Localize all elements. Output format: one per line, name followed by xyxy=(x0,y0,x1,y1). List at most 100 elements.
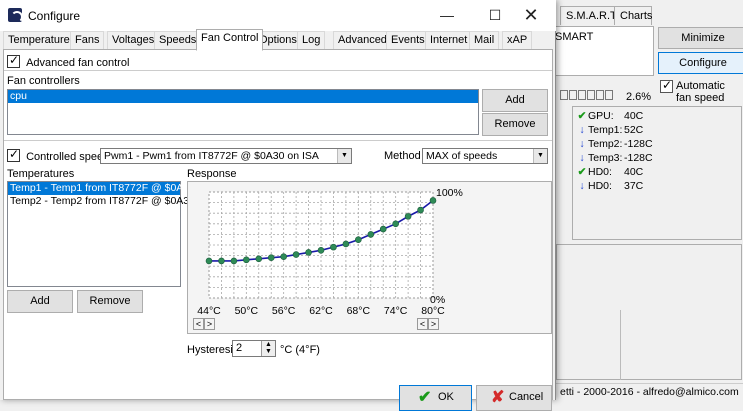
temperatures-label: Temperatures xyxy=(7,168,75,180)
data-point xyxy=(342,240,350,248)
response-chart[interactable]: 44°C 50°C 56°C 62°C 68°C 74°C 80°C 100% 0% xyxy=(187,181,552,334)
data-point xyxy=(205,257,213,265)
status-item: ↓ Temp2: -128C xyxy=(576,138,652,152)
configure-dialog: Configure — ☐ ✕ Temperatures Fans Voltag… xyxy=(0,0,556,411)
x-tick-label: 50°C xyxy=(235,305,259,317)
fan-controllers-list[interactable]: cpu xyxy=(7,89,479,135)
lower-panel xyxy=(556,244,742,380)
data-point xyxy=(255,255,263,263)
scroll-left-button[interactable]: < xyxy=(417,318,428,330)
tab-fan-control[interactable]: Fan Control xyxy=(196,29,264,51)
tab-fans[interactable]: Fans xyxy=(70,31,105,50)
check-icon xyxy=(660,78,673,93)
check-icon: ✔ xyxy=(418,389,432,406)
checkbox-check-icon xyxy=(7,53,20,68)
tab-events[interactable]: Events xyxy=(386,31,430,50)
ok-label: OK xyxy=(438,391,454,403)
arrow-down-icon: ↓ xyxy=(579,180,585,192)
chevron-left-icon: < xyxy=(195,319,202,329)
hysteresis-spinner[interactable]: 2 ▲ ▼ xyxy=(232,340,276,357)
status-item: ↓ Temp1: 52C xyxy=(576,124,643,138)
close-window-button[interactable]: ✕ xyxy=(508,0,554,31)
divider xyxy=(4,70,552,71)
data-point xyxy=(280,253,287,260)
controlled-speed-checkbox[interactable]: Controlled speed xyxy=(7,147,109,163)
data-point xyxy=(305,249,312,256)
list-item[interactable]: Temp2 - Temp2 from IT8772F @ $0A30 xyxy=(8,195,195,208)
hysteresis-unit: °C (4°F) xyxy=(280,344,320,356)
controlled-speed-select[interactable]: Pwm1 - Pwm1 from IT8772F @ $0A30 on ISA … xyxy=(100,148,352,164)
minimize-window-button[interactable]: — xyxy=(424,0,470,31)
data-point xyxy=(379,225,387,233)
tab-xap[interactable]: xAP xyxy=(502,31,533,50)
arrow-down-icon: ↓ xyxy=(579,124,585,136)
add-controller-button[interactable]: Add xyxy=(482,89,548,112)
spinner-arrows-icon[interactable]: ▲ ▼ xyxy=(261,341,275,356)
check-icon: ✔ xyxy=(577,166,587,178)
response-label: Response xyxy=(187,168,237,180)
fan-controllers-label: Fan controllers xyxy=(7,75,80,87)
arrow-down-icon: ↓ xyxy=(579,152,585,164)
hysteresis-label: Hysteresis xyxy=(187,344,239,356)
tab-advanced[interactable]: Advanced xyxy=(333,31,392,50)
auto-fan-label: Automatic fan speed xyxy=(676,80,725,104)
y-top-label: 100% xyxy=(436,187,463,199)
cancel-button[interactable]: ✘ Cancel xyxy=(476,385,552,411)
cross-icon: ✘ xyxy=(491,389,505,406)
status-item: ✔ HD0: 40C xyxy=(577,166,644,178)
chevron-left-icon: < xyxy=(419,319,426,329)
chevron-down-icon: ▼ xyxy=(533,149,547,163)
chevron-down-icon: ▼ xyxy=(337,149,351,163)
advanced-fan-control-label: Advanced fan control xyxy=(26,57,130,69)
advanced-fan-control-checkbox[interactable]: Advanced fan control xyxy=(7,53,130,69)
tab-internet[interactable]: Internet xyxy=(425,31,473,50)
controlled-speed-value: Pwm1 - Pwm1 from IT8772F @ $0A30 on ISA xyxy=(104,150,319,162)
tab-smart[interactable]: S.M.A.R.T. xyxy=(560,6,619,25)
list-item[interactable]: Temp1 - Temp1 from IT8772F @ $0A30 xyxy=(8,182,195,195)
auto-fan-checkbox[interactable] xyxy=(660,78,673,94)
scroll-right-button[interactable]: > xyxy=(428,318,439,330)
tab-temperatures[interactable]: Temperatures xyxy=(3,31,81,50)
method-value: MAX of speeds xyxy=(426,150,498,162)
data-point xyxy=(417,206,424,214)
dialog-title: Configure xyxy=(28,9,81,23)
cancel-label: Cancel xyxy=(509,391,544,403)
method-label: Method xyxy=(384,150,421,162)
x-tick-label: 68°C xyxy=(347,305,371,317)
method-select[interactable]: MAX of speeds ▼ xyxy=(422,148,548,164)
minimize-button[interactable]: Minimize xyxy=(658,27,743,49)
title-bar: Configure — ☐ ✕ xyxy=(0,0,556,31)
tab-mail[interactable]: Mail xyxy=(469,31,500,50)
ok-button[interactable]: ✔ OK xyxy=(399,385,472,411)
tab-charts[interactable]: Charts xyxy=(614,6,652,25)
data-point xyxy=(317,247,325,254)
configure-button[interactable]: Configure xyxy=(658,52,743,74)
response-chart-svg[interactable]: 44°C 50°C 56°C 62°C 68°C 74°C 80°C 100% 0% xyxy=(188,182,551,333)
close-icon: ✕ xyxy=(523,5,539,25)
hysteresis-value: 2 xyxy=(236,342,243,354)
tab-voltages[interactable]: Voltages xyxy=(107,31,160,50)
footer-status: etti - 2000-2016 - alfredo@almico.com xyxy=(556,383,743,400)
checkbox-check-icon xyxy=(7,147,20,162)
remove-temperature-button[interactable]: Remove xyxy=(77,290,143,313)
list-item[interactable]: cpu xyxy=(8,90,478,103)
remove-controller-button[interactable]: Remove xyxy=(482,113,548,136)
arrow-down-icon: ↓ xyxy=(579,138,585,150)
temperatures-list[interactable]: Temp1 - Temp1 from IT8772F @ $0A30 Temp2… xyxy=(7,181,195,287)
data-point xyxy=(367,231,375,238)
add-temperature-button[interactable]: Add xyxy=(7,290,73,313)
scroll-left-button[interactable]: < xyxy=(193,318,204,330)
x-tick-label: 80°C xyxy=(421,305,445,317)
scroll-right-button[interactable]: > xyxy=(204,318,215,330)
status-item: ↓ Temp3: -128C xyxy=(576,152,652,166)
data-point xyxy=(330,243,337,251)
status-item: ↓ HD0: 37C xyxy=(576,180,643,194)
x-tick-label: 44°C xyxy=(197,305,221,317)
tab-speeds[interactable]: Speeds xyxy=(154,31,202,50)
divider xyxy=(620,310,621,380)
x-tick-label: 56°C xyxy=(272,305,296,317)
minimize-icon: — xyxy=(440,7,454,23)
tab-log[interactable]: Log xyxy=(297,31,326,50)
data-point xyxy=(218,257,225,265)
chevron-right-icon: > xyxy=(206,319,213,329)
